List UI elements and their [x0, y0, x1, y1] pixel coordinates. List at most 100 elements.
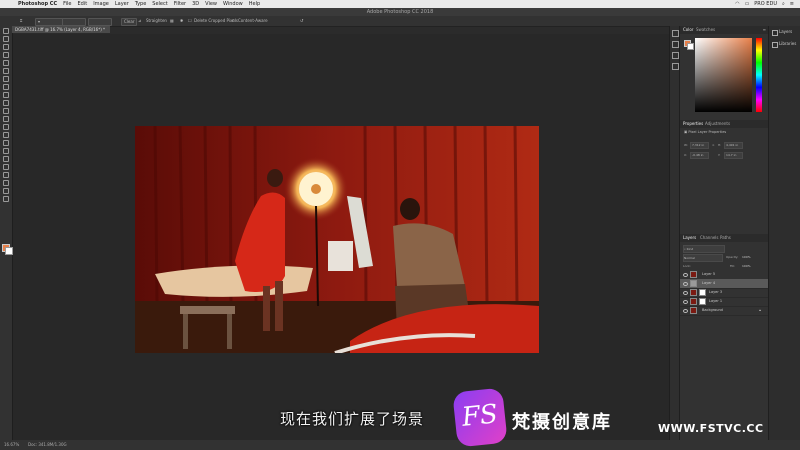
panel-menu-icon[interactable]: ≡	[763, 26, 766, 34]
tab-layers[interactable]: Layers	[683, 234, 696, 242]
eye-icon[interactable]	[683, 273, 688, 277]
clear-button[interactable]: Clear	[121, 18, 138, 26]
crop-tool-icon[interactable]: ⌗	[20, 18, 22, 24]
opacity-value[interactable]: 100%	[742, 255, 751, 259]
layer-row[interactable]: Background 🔒︎	[680, 306, 769, 316]
hue-slider[interactable]	[756, 38, 762, 112]
watermark-url: WWW.FSTVC.CC	[658, 422, 764, 435]
eye-icon[interactable]	[683, 309, 688, 313]
type-tool-icon[interactable]	[3, 156, 9, 162]
crop-tool-icon-btn[interactable]	[3, 60, 9, 66]
h-field[interactable]: 4,491 in	[724, 142, 743, 149]
frame-tool-icon[interactable]	[3, 68, 9, 74]
eraser-tool-icon[interactable]	[3, 116, 9, 122]
layer-thumbnail	[690, 298, 697, 305]
properties-icon[interactable]	[672, 41, 679, 48]
shape-tool-icon[interactable]	[3, 172, 9, 178]
tab-paths[interactable]: Paths	[720, 234, 731, 242]
menu-filter[interactable]: Filter	[174, 0, 186, 8]
tools-panel	[0, 26, 13, 440]
canvas-photo[interactable]	[135, 126, 539, 353]
battery-icon[interactable]: ▭	[745, 0, 750, 8]
document-tab[interactable]: DGBA7431.tiff @ 16.7% (Layer 4, RGB/16*)…	[12, 26, 110, 33]
blur-tool-icon[interactable]	[3, 132, 9, 138]
x-value: -0.48 in	[692, 153, 704, 157]
menu-file[interactable]: File	[63, 0, 71, 8]
w-field[interactable]: 7,312 in	[690, 142, 709, 149]
video-subtitle: 现在我们扩展了场景	[280, 410, 425, 428]
menu-image[interactable]: Image	[93, 0, 109, 8]
hand-tool-icon[interactable]	[3, 180, 9, 186]
move-tool-icon[interactable]	[3, 28, 9, 34]
menu-edit[interactable]: Edit	[78, 0, 88, 8]
adjust-icon[interactable]	[672, 63, 679, 70]
width-field[interactable]	[62, 18, 86, 26]
menu-type[interactable]: Type	[135, 0, 146, 8]
healing-tool-icon[interactable]	[3, 84, 9, 90]
eye-icon[interactable]	[683, 300, 688, 304]
height-field[interactable]	[88, 18, 112, 26]
eye-icon[interactable]	[683, 282, 688, 286]
color-panel-tabs: Color Swatches ≡	[680, 26, 769, 34]
ratio-select[interactable]: ▾	[35, 18, 63, 26]
pen-tool-icon[interactable]	[3, 148, 9, 154]
link-icon[interactable]: ∞	[712, 143, 715, 147]
brush-tool-icon[interactable]	[3, 92, 9, 98]
tab-properties[interactable]: Properties	[683, 120, 703, 128]
libraries-collapsed-item[interactable]: Libraries	[769, 38, 800, 50]
layer-mask[interactable]	[699, 298, 706, 305]
marquee-tool-icon[interactable]	[3, 36, 9, 42]
y-field[interactable]: 14.7 in	[724, 152, 743, 159]
color-bg-swatch[interactable]	[687, 43, 694, 50]
lasso-tool-icon[interactable]	[3, 44, 9, 50]
content-aware-checkbox[interactable]: ☐	[232, 18, 236, 24]
color-picker[interactable]	[695, 38, 752, 112]
menu-layer[interactable]: Layer	[115, 0, 129, 8]
path-select-tool-icon[interactable]	[3, 164, 9, 170]
stamp-tool-icon[interactable]	[3, 100, 9, 106]
fill-value[interactable]: 100%	[742, 264, 751, 268]
zoom-tool-icon[interactable]	[3, 188, 9, 194]
menu-view[interactable]: View	[205, 0, 217, 8]
straighten-icon[interactable]: ⊿	[138, 18, 141, 24]
layer-name: Layer 4	[702, 281, 716, 285]
settings-gear-icon[interactable]: ✱	[180, 18, 183, 24]
menu-window[interactable]: Window	[223, 0, 243, 8]
menu-photoshop[interactable]: Photoshop CC	[18, 0, 57, 8]
x-field[interactable]: -0.48 in	[690, 152, 709, 159]
reset-icon[interactable]: ↺	[300, 18, 303, 24]
layer-mask[interactable]	[699, 289, 706, 296]
search-icon[interactable]: ⌕	[782, 0, 785, 8]
tab-swatches[interactable]: Swatches	[696, 26, 715, 34]
tab-color[interactable]: Color	[683, 26, 693, 34]
eyedropper-tool-icon[interactable]	[3, 76, 9, 82]
tab-channels[interactable]: Channels	[700, 234, 719, 242]
pixel-layer-text: Pixel Layer Properties	[688, 130, 727, 134]
overlay-grid-icon[interactable]: ▦	[170, 18, 174, 24]
tab-adjustments[interactable]: Adjustments	[705, 120, 730, 128]
blend-mode-select[interactable]: Normal	[683, 254, 723, 262]
status-bar: 16.67% Doc: 341.8M/1.30G	[0, 440, 800, 450]
menu-select[interactable]: Select	[152, 0, 167, 8]
background-color-swatch[interactable]	[5, 247, 13, 255]
history-brush-tool-icon[interactable]	[3, 108, 9, 114]
menu-help[interactable]: Help	[249, 0, 260, 8]
edit-toolbar-icon[interactable]	[3, 196, 9, 202]
wifi-icon[interactable]: ◠	[735, 0, 739, 8]
layers-collapsed-item[interactable]: Layers	[769, 26, 800, 38]
dodge-tool-icon[interactable]	[3, 140, 9, 146]
zoom-level[interactable]: 16.67%	[4, 440, 19, 450]
straighten-label[interactable]: Straighten	[146, 18, 167, 24]
history-icon[interactable]	[672, 30, 679, 37]
delete-cropped-checkbox[interactable]: ☐	[188, 18, 192, 24]
filter-kind-select[interactable]: ⌕ Kind	[683, 245, 725, 253]
window-title: Adobe Photoshop CC 2018	[366, 9, 434, 15]
gradient-tool-icon[interactable]	[3, 124, 9, 130]
brushes-icon[interactable]	[672, 52, 679, 59]
lock-icon[interactable]: 🔒︎	[759, 306, 761, 315]
menu-3d[interactable]: 3D	[192, 0, 199, 8]
quick-select-tool-icon[interactable]	[3, 52, 9, 58]
menu-icon[interactable]: ≡	[790, 0, 794, 8]
eye-icon[interactable]	[683, 291, 688, 295]
user-label[interactable]: PRO EDU	[754, 0, 777, 8]
